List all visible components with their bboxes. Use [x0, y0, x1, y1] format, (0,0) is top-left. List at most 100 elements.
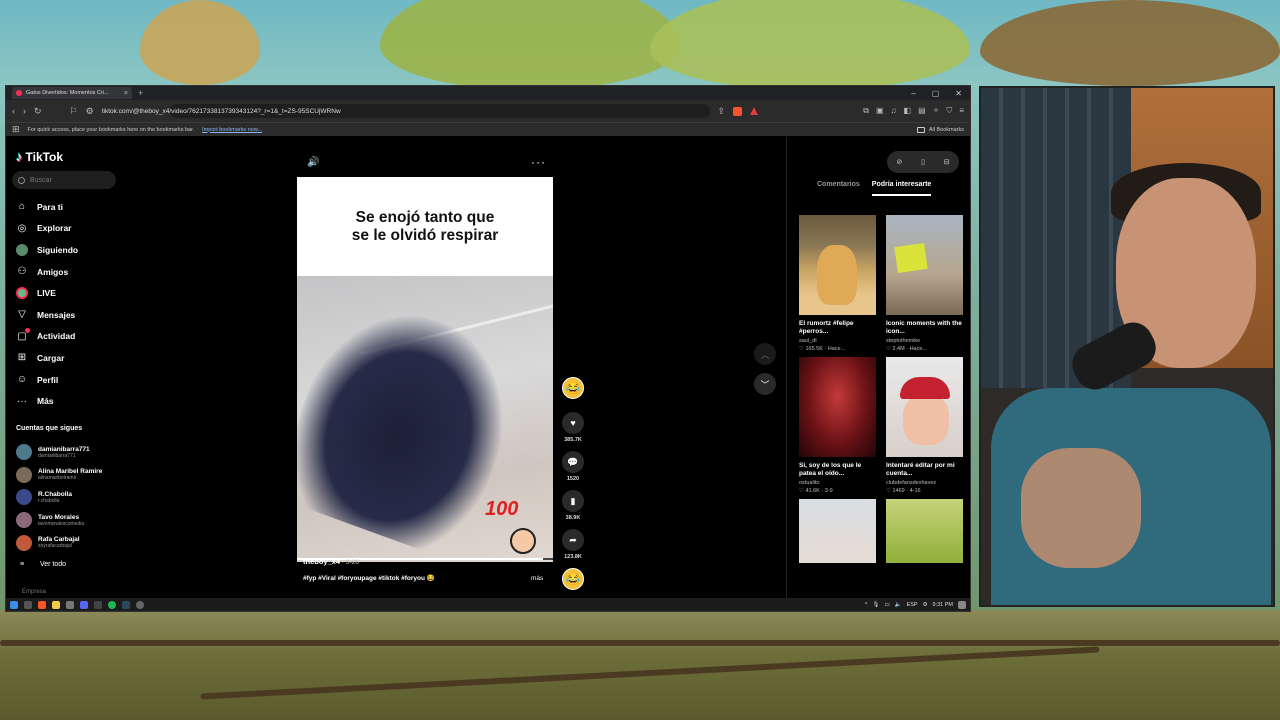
avatar	[16, 489, 32, 506]
more-button[interactable]: más	[531, 575, 543, 582]
comment-icon: 💬	[567, 456, 579, 467]
browser-window: Gatos Divertidos: Momentos Cri... × + – …	[5, 85, 971, 612]
settings-tray-icon[interactable]: ⚙	[923, 602, 928, 608]
forward-icon[interactable]: ›	[23, 106, 26, 116]
nav-item-para-ti[interactable]: ⌂ Para ti	[16, 196, 78, 218]
previous-video-button[interactable]: ︿	[754, 343, 776, 365]
account-handle: damianibarra771	[38, 452, 76, 459]
vpn-icon[interactable]: ⛉	[946, 106, 952, 116]
next-video-button[interactable]: ﹀	[754, 373, 776, 395]
settings-icon[interactable]	[136, 600, 144, 609]
nav-item-mensajes[interactable]: ▽ Mensajes	[16, 304, 78, 326]
tiktok-logo[interactable]: ♪ TikTok	[16, 149, 63, 164]
new-tab-icon[interactable]: +	[138, 88, 143, 98]
explorer-icon[interactable]	[52, 600, 60, 609]
volume-tray-icon[interactable]: 🔈	[895, 602, 902, 608]
wallet-icon[interactable]: ▤	[918, 106, 926, 116]
save-button[interactable]: ▮	[562, 490, 584, 512]
account-name: Alina Maribel Ramire	[38, 468, 103, 476]
sidebar-icon[interactable]: ◧	[904, 106, 912, 116]
leo-icon[interactable]: ✧	[933, 106, 940, 116]
media-icon[interactable]: ♫	[891, 106, 897, 116]
taskview-icon[interactable]	[24, 600, 32, 609]
sound-avatar[interactable]: 😂	[562, 568, 584, 590]
extension-icon[interactable]: ▣	[876, 106, 884, 116]
import-bookmarks-link[interactable]: Import bookmarks now...	[202, 127, 262, 133]
brave-shield-icon[interactable]	[733, 106, 743, 116]
volume-icon[interactable]: 🔊	[307, 157, 319, 168]
comment-button[interactable]: 💬	[562, 451, 584, 473]
browser-tab[interactable]: Gatos Divertidos: Momentos Cri... ×	[12, 87, 132, 99]
background-vine	[0, 640, 1280, 646]
nav-item-perfil[interactable]: ☺ Perfil	[16, 369, 78, 391]
video-card[interactable]: El rumortz #felipe #perros... saul_dt ♡ …	[799, 215, 876, 352]
nav-item-actividad[interactable]: ▢ Actividad	[16, 326, 78, 348]
brave-rewards-icon[interactable]	[750, 107, 759, 115]
nav-item-explorar[interactable]: ◎ Explorar	[16, 218, 78, 240]
microphone-icon[interactable]: 🎙	[873, 602, 880, 608]
maximize-icon[interactable]: ▢	[932, 89, 940, 98]
steam-icon[interactable]	[122, 600, 130, 609]
tab-podria-interesarte[interactable]: Podría interesarte	[871, 181, 932, 196]
settings-icon[interactable]: ⊘	[896, 158, 902, 166]
minimize-panel-icon[interactable]: ⊟	[944, 158, 950, 166]
back-icon[interactable]: ‹	[12, 106, 15, 116]
start-icon[interactable]	[10, 600, 18, 609]
creator-avatar[interactable]: 😂	[562, 377, 584, 399]
nav-item-amigos[interactable]: ⚇ Amigos	[16, 261, 78, 283]
like-button[interactable]: ♥	[562, 412, 584, 434]
video-author[interactable]: theboy_x4 · 3-26	[303, 557, 359, 566]
tab-title: Gatos Divertidos: Momentos Cri...	[26, 90, 109, 96]
like-count: 385.7K	[564, 437, 582, 443]
video-card[interactable]	[886, 499, 963, 563]
tray-chevron-icon[interactable]: ^	[865, 602, 868, 608]
following-account[interactable]: Rafa Carbajal soyrafacarbajal	[16, 531, 102, 554]
apps-icon[interactable]: ⊞	[12, 124, 20, 135]
footer-link[interactable]: Empresa	[22, 589, 46, 595]
account-handle: alinamaribelramir	[38, 475, 77, 482]
app-icon[interactable]	[66, 600, 74, 609]
bookmark-icon[interactable]: ⚐	[70, 106, 78, 117]
menu-icon[interactable]: ≡	[959, 106, 964, 116]
all-bookmarks-button[interactable]: All Bookmarks	[916, 126, 964, 133]
panel-controls: ⊘ ▯ ⊟	[887, 151, 959, 173]
video-card[interactable]	[799, 499, 876, 563]
see-all-button[interactable]: ≡ Ver todo	[16, 558, 66, 570]
device-icon[interactable]: ▯	[921, 158, 925, 166]
notification-icon[interactable]	[958, 600, 966, 609]
following-account[interactable]: Tavo Morales tavomoralescomedia	[16, 509, 102, 532]
nav-item-mas[interactable]: ··· Más	[16, 390, 78, 412]
following-account[interactable]: damianibarra771 damianibarra771	[16, 441, 102, 464]
following-account[interactable]: Alina Maribel Ramire alinamaribelramir	[16, 464, 102, 487]
video-hashtags[interactable]: #fyp #Viral #foryoupage #tiktok #foryou …	[303, 574, 435, 582]
card-title: Iconic moments with the icon...	[886, 320, 962, 335]
reload-icon[interactable]: ↻	[34, 106, 42, 117]
nav-item-live[interactable]: LIVE	[16, 282, 78, 304]
video-options-icon[interactable]: ···	[531, 155, 546, 169]
nav-item-cargar[interactable]: ⊞ Cargar	[16, 347, 78, 369]
video-card[interactable]: Iconic moments with the icon... steptoth…	[886, 215, 963, 352]
network-icon[interactable]: ▭	[885, 602, 890, 608]
share-icon[interactable]: ⇪	[718, 106, 726, 117]
site-info-icon[interactable]: ⚙	[86, 106, 94, 117]
brave-icon[interactable]	[38, 600, 46, 609]
video-card[interactable]: Intentaré editar por mi cuenta... clubde…	[886, 357, 963, 494]
nav-item-siguiendo[interactable]: Siguiendo	[16, 239, 78, 261]
tab-comentarios[interactable]: Comentarios	[817, 181, 860, 196]
obs-icon[interactable]	[94, 600, 102, 609]
search-input[interactable]	[30, 176, 110, 184]
clock[interactable]: 9:31 PM	[933, 602, 953, 608]
discord-icon[interactable]	[80, 600, 88, 609]
heart-icon: ♥	[570, 418, 576, 428]
minimize-icon[interactable]: –	[911, 89, 915, 98]
video-player[interactable]: Se enojó tanto que se le olvidó respirar…	[297, 177, 553, 562]
extension-icon[interactable]: ⧉	[863, 106, 869, 116]
spotify-icon[interactable]	[108, 600, 116, 609]
share-button[interactable]: ➦	[562, 529, 584, 551]
url-field[interactable]: ⚐ ⚙ tiktok.com/@theboy_x4/video/76217338…	[70, 104, 710, 118]
close-window-icon[interactable]: ✕	[955, 89, 962, 98]
following-account[interactable]: R.Chabolla r.chabolla	[16, 486, 102, 509]
video-card[interactable]: Sí, soy de los que le patea el oído... o…	[799, 357, 876, 494]
language-indicator[interactable]: ESP	[907, 602, 918, 608]
close-tab-icon[interactable]: ×	[124, 90, 128, 97]
